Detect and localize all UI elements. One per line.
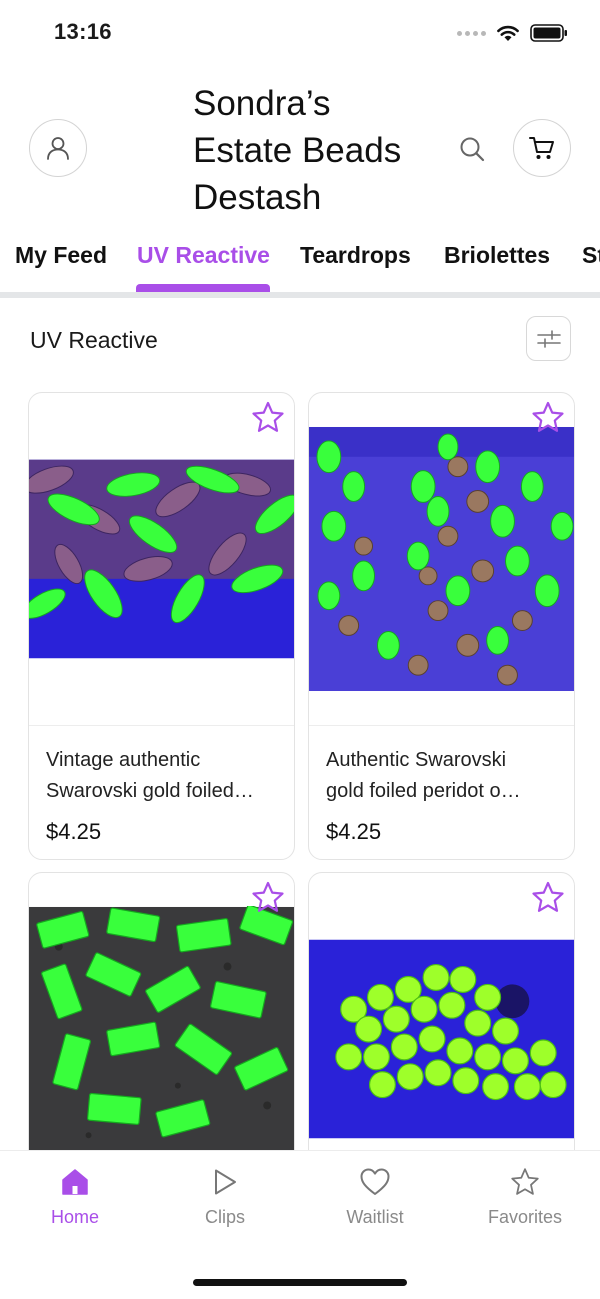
favorite-star-icon[interactable] — [530, 880, 566, 916]
star-icon — [511, 1168, 539, 1195]
store-header: Sondra’s Estate Beads Destash — [0, 66, 600, 236]
product-image — [29, 459, 294, 659]
product-card[interactable]: Vintage authentic Swarovski gold foiled…… — [28, 392, 295, 860]
product-title-line: Authentic Swarovski — [326, 749, 507, 771]
tabs-divider — [0, 292, 600, 298]
store-title-line: Destash — [193, 178, 322, 217]
product-title-line: Swarovski gold foiled… — [46, 780, 254, 802]
bottom-tab-bar: Home Clips Waitlist Favorites — [0, 1150, 600, 1299]
favorite-star-icon[interactable] — [530, 400, 566, 436]
wifi-icon — [497, 25, 519, 41]
product-price: $4.25 — [326, 819, 382, 844]
tab-teardrops[interactable]: Teardrops — [300, 242, 411, 282]
product-title-line: Vintage authentic — [46, 749, 201, 771]
product-image — [309, 939, 574, 1139]
status-time: 13:16 — [54, 19, 112, 44]
home-indicator — [193, 1279, 407, 1286]
nav-label: Waitlist — [346, 1207, 404, 1227]
product-card[interactable]: Authentic Swarovski gold foiled peridot … — [308, 392, 575, 860]
store-title-line: Estate Beads — [193, 131, 402, 170]
search-icon — [460, 137, 485, 162]
product-price: $4.25 — [46, 819, 102, 844]
status-bar: 13:16 — [0, 0, 600, 66]
tab-uv-reactive[interactable]: UV Reactive — [137, 242, 270, 282]
sliders-icon — [536, 329, 561, 348]
status-icons — [457, 22, 568, 44]
home-icon — [62, 1169, 88, 1195]
favorite-star-icon[interactable] — [250, 880, 286, 916]
heart-icon — [360, 1168, 390, 1195]
tab-my-feed[interactable]: My Feed — [15, 242, 107, 282]
favorite-star-icon[interactable] — [250, 400, 286, 436]
tab-briolettes[interactable]: Briolettes — [444, 242, 550, 282]
product-title: Vintage authentic Swarovski gold foiled… — [46, 745, 276, 807]
battery-icon — [530, 24, 567, 42]
store-title: Sondra’s Estate Beads Destash — [193, 80, 443, 221]
product-image — [29, 906, 294, 1166]
nav-favorites[interactable]: Favorites — [465, 1167, 585, 1228]
nav-clips[interactable]: Clips — [165, 1167, 285, 1228]
cart-button[interactable] — [513, 119, 571, 177]
product-image — [309, 426, 574, 692]
play-icon — [215, 1169, 236, 1195]
card-divider — [309, 725, 574, 726]
profile-button[interactable] — [29, 119, 87, 177]
category-tabs: My Feed UV Reactive Teardrops Briolettes… — [0, 236, 600, 298]
nav-waitlist[interactable]: Waitlist — [315, 1167, 435, 1228]
cart-icon — [529, 137, 554, 159]
filter-button[interactable] — [526, 316, 571, 361]
nav-label: Favorites — [487, 1207, 563, 1227]
tab-partial[interactable]: St — [582, 242, 600, 282]
store-title-line: Sondra’s — [193, 84, 331, 123]
user-icon — [47, 137, 69, 160]
signal-icon — [457, 30, 486, 36]
active-tab-indicator — [136, 284, 270, 292]
product-title: Authentic Swarovski gold foiled peridot … — [326, 745, 556, 807]
card-divider — [29, 725, 294, 726]
nav-label: Home — [50, 1207, 99, 1227]
section-title: UV Reactive — [30, 327, 158, 353]
nav-label: Clips — [204, 1207, 245, 1227]
search-button[interactable] — [455, 132, 489, 166]
nav-home[interactable]: Home — [15, 1167, 135, 1228]
product-title-line: gold foiled peridot o… — [326, 780, 521, 802]
